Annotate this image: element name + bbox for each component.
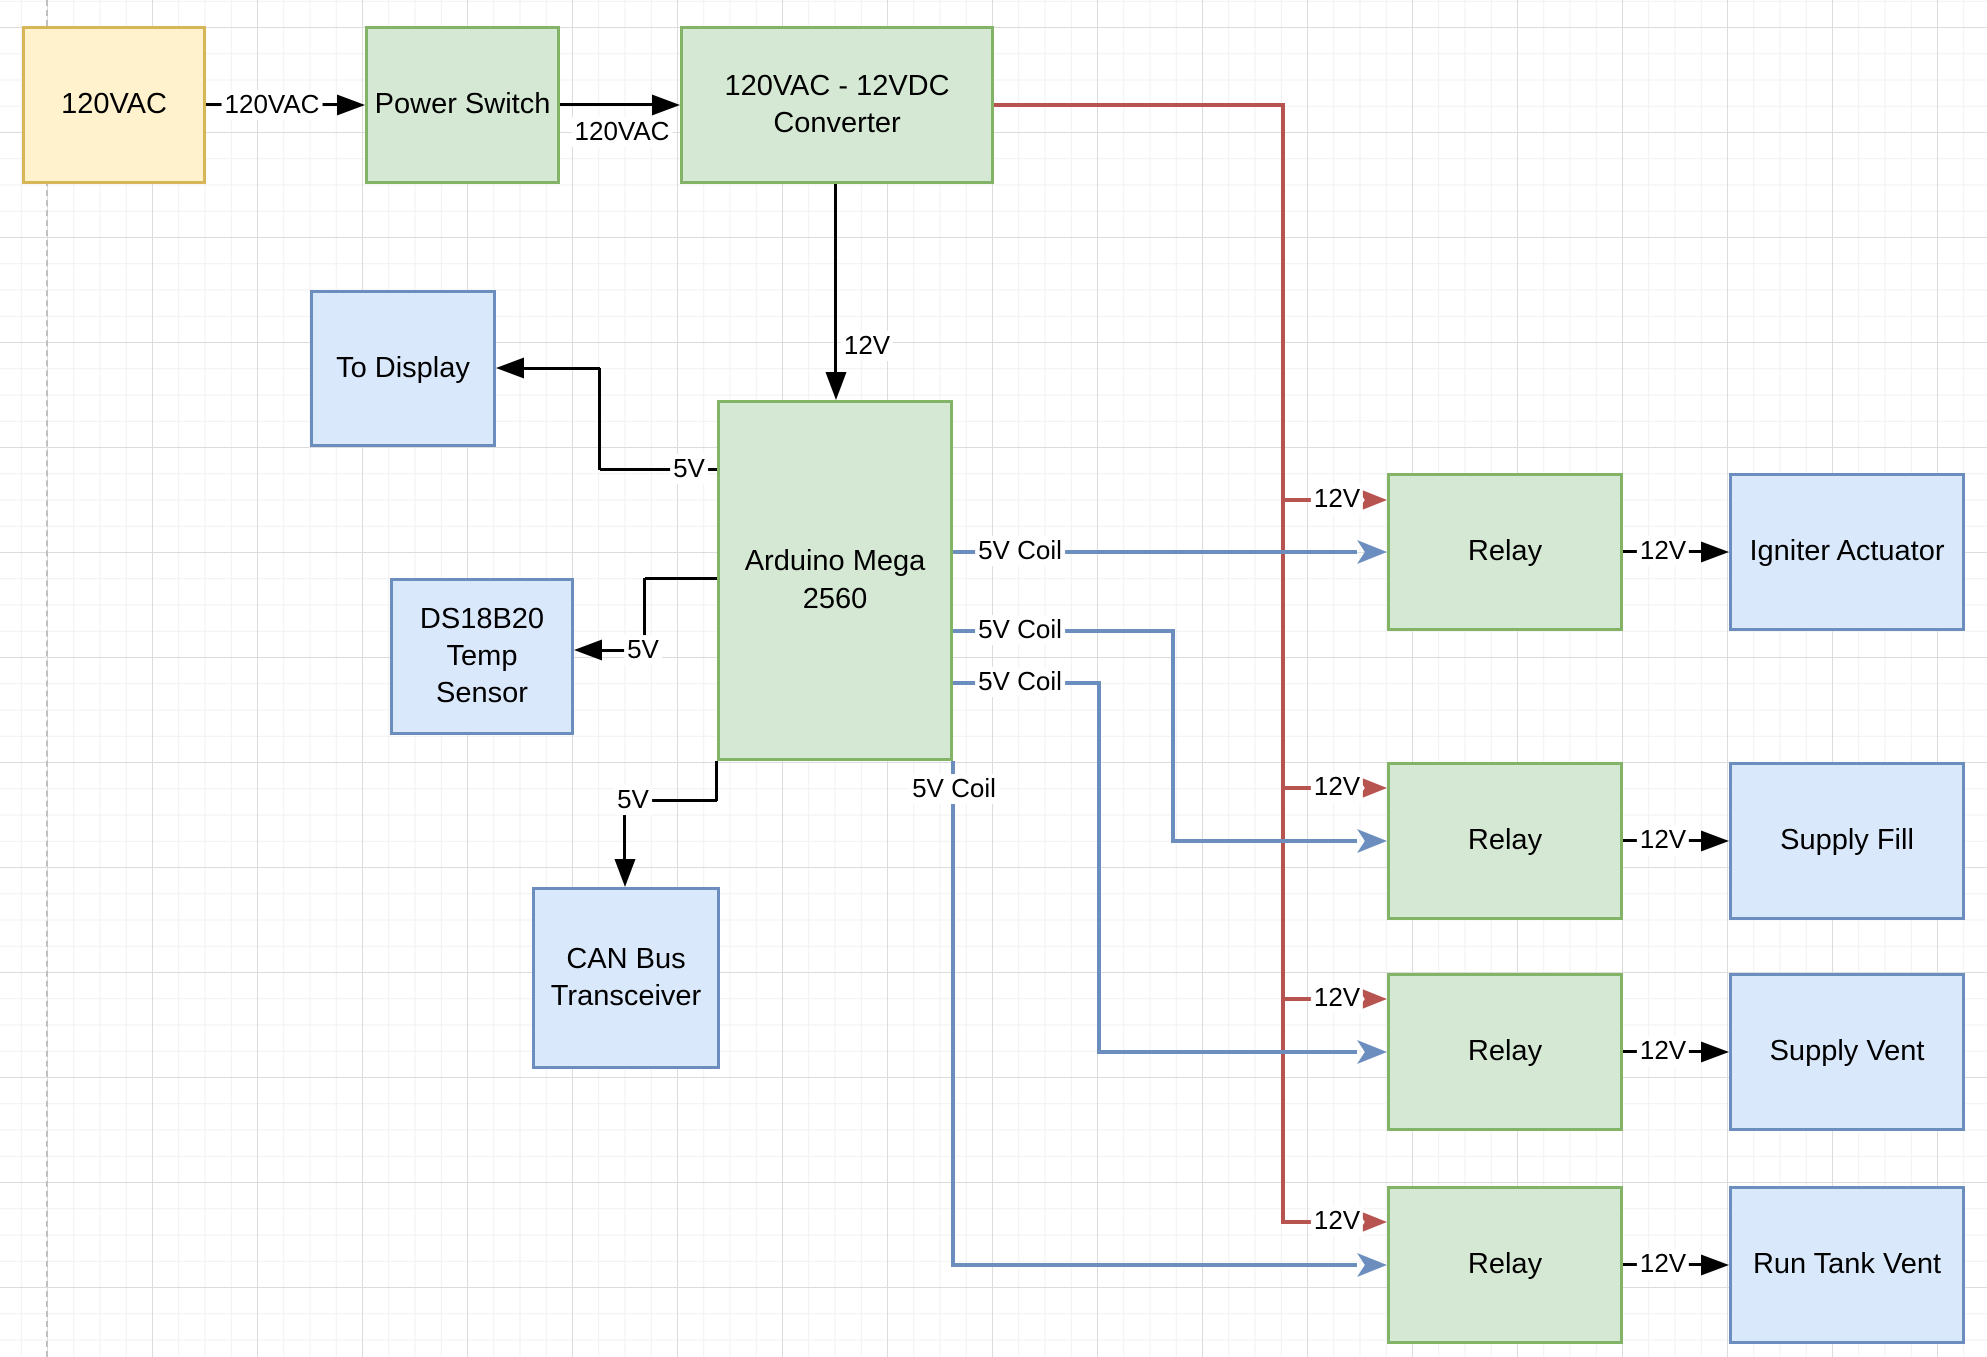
arrowhead-to-temp-sensor: [574, 639, 602, 661]
box-label: Run Tank Vent: [1753, 1246, 1941, 1283]
wire-arduino-to-can[interactable]: [715, 761, 718, 801]
wire-label-relay4-in[interactable]: 12V: [1311, 1206, 1363, 1236]
arrowhead-coil1: [1357, 540, 1387, 564]
arrowhead-coil2: [1357, 829, 1387, 853]
arrowhead-ac-to-switch: [337, 94, 365, 116]
wire-label-relay4-out[interactable]: 12V: [1637, 1249, 1689, 1279]
box-label: 120VAC - 12VDC Converter: [724, 68, 949, 142]
wire-arduino-to-temp-sensor[interactable]: [645, 577, 717, 580]
wire-coil3[interactable]: [1097, 1050, 1357, 1054]
box-label: Relay: [1468, 1033, 1542, 1070]
box-ds18b20-temp-sensor[interactable]: DS18B20 Temp Sensor: [390, 578, 574, 735]
arrowhead-switch-to-converter: [652, 94, 680, 116]
box-arduino-mega-2560[interactable]: Arduino Mega 2560: [717, 400, 953, 761]
arrowhead-relay4-out: [1701, 1254, 1729, 1276]
wire-coil2[interactable]: [1171, 839, 1357, 843]
box-can-bus-transceiver[interactable]: CAN Bus Transceiver: [532, 887, 720, 1069]
box-label: Supply Vent: [1770, 1033, 1925, 1070]
box-label: Power Switch: [375, 86, 551, 123]
wire-label-coil2[interactable]: 5V Coil: [975, 615, 1065, 645]
box-igniter-actuator[interactable]: Igniter Actuator: [1729, 473, 1965, 631]
arrowhead-relay2-out: [1701, 830, 1729, 852]
wire-label-relay2-out[interactable]: 12V: [1637, 825, 1689, 855]
box-label: CAN Bus Transceiver: [551, 941, 701, 1015]
box-run-tank-vent[interactable]: Run Tank Vent: [1729, 1186, 1965, 1344]
box-label: Relay: [1468, 1246, 1542, 1283]
wire-label-switch-to-converter[interactable]: 120VAC: [572, 117, 673, 147]
box-ac-dc-converter[interactable]: 120VAC - 12VDC Converter: [680, 26, 994, 184]
wire-12v-bus[interactable]: [1281, 103, 1285, 1222]
wire-coil4[interactable]: [951, 1263, 1357, 1267]
arrowhead-to-display: [496, 357, 524, 379]
wire-label-coil4[interactable]: 5V Coil: [909, 774, 999, 804]
box-power-switch[interactable]: Power Switch: [365, 26, 560, 184]
wire-label-to-display[interactable]: 5V: [670, 454, 708, 484]
box-relay-3[interactable]: Relay: [1387, 973, 1623, 1131]
arrowhead-to-can: [614, 859, 636, 887]
box-supply-vent[interactable]: Supply Vent: [1729, 973, 1965, 1131]
arrowhead-relay3-out: [1701, 1041, 1729, 1063]
arrowhead-relay1-out: [1701, 541, 1729, 563]
box-label: Relay: [1468, 533, 1542, 570]
wire-label-relay1-out[interactable]: 12V: [1637, 536, 1689, 566]
wire-label-to-can[interactable]: 5V: [614, 785, 652, 815]
box-label: 120VAC: [61, 86, 167, 123]
wire-coil2[interactable]: [1171, 629, 1175, 841]
box-label: Supply Fill: [1780, 822, 1914, 859]
wire-converter-to-arduino[interactable]: [834, 184, 837, 374]
box-relay-2[interactable]: Relay: [1387, 762, 1623, 920]
wire-label-coil1[interactable]: 5V Coil: [975, 536, 1065, 566]
wire-label-ac-to-switch[interactable]: 120VAC: [222, 90, 323, 120]
box-relay-4[interactable]: Relay: [1387, 1186, 1623, 1344]
arrowhead-coil4: [1357, 1253, 1387, 1277]
box-label: To Display: [336, 350, 470, 387]
diagram-canvas: 120VAC Power Switch 120VAC - 12VDC Conve…: [0, 0, 1987, 1357]
wire-label-relay2-in[interactable]: 12V: [1311, 772, 1363, 802]
box-supply-fill[interactable]: Supply Fill: [1729, 762, 1965, 920]
box-to-display[interactable]: To Display: [310, 290, 496, 447]
wire-label-relay3-in[interactable]: 12V: [1311, 983, 1363, 1013]
wire-12v-bus[interactable]: [994, 103, 1285, 107]
wire-arduino-to-display[interactable]: [598, 368, 601, 470]
box-label: DS18B20 Temp Sensor: [420, 601, 544, 712]
wire-label-coil3[interactable]: 5V Coil: [975, 667, 1065, 697]
arrowhead-converter-to-arduino: [825, 372, 847, 400]
box-label: Relay: [1468, 822, 1542, 859]
wire-switch-to-converter[interactable]: [560, 103, 654, 106]
wire-label-to-temp-sensor[interactable]: 5V: [624, 635, 662, 665]
wire-arduino-to-display[interactable]: [522, 367, 600, 370]
wire-label-relay3-out[interactable]: 12V: [1637, 1036, 1689, 1066]
box-label: Igniter Actuator: [1749, 533, 1944, 570]
wire-coil4[interactable]: [951, 761, 955, 1265]
wire-coil3[interactable]: [1097, 681, 1101, 1052]
box-label: Arduino Mega 2560: [745, 543, 926, 617]
box-120vac-source[interactable]: 120VAC: [22, 26, 206, 184]
box-relay-1[interactable]: Relay: [1387, 473, 1623, 631]
wire-label-relay1-in[interactable]: 12V: [1311, 484, 1363, 514]
wire-label-converter-to-arduino[interactable]: 12V: [841, 331, 893, 361]
arrowhead-coil3: [1357, 1040, 1387, 1064]
page-boundary-line: [46, 0, 48, 1357]
